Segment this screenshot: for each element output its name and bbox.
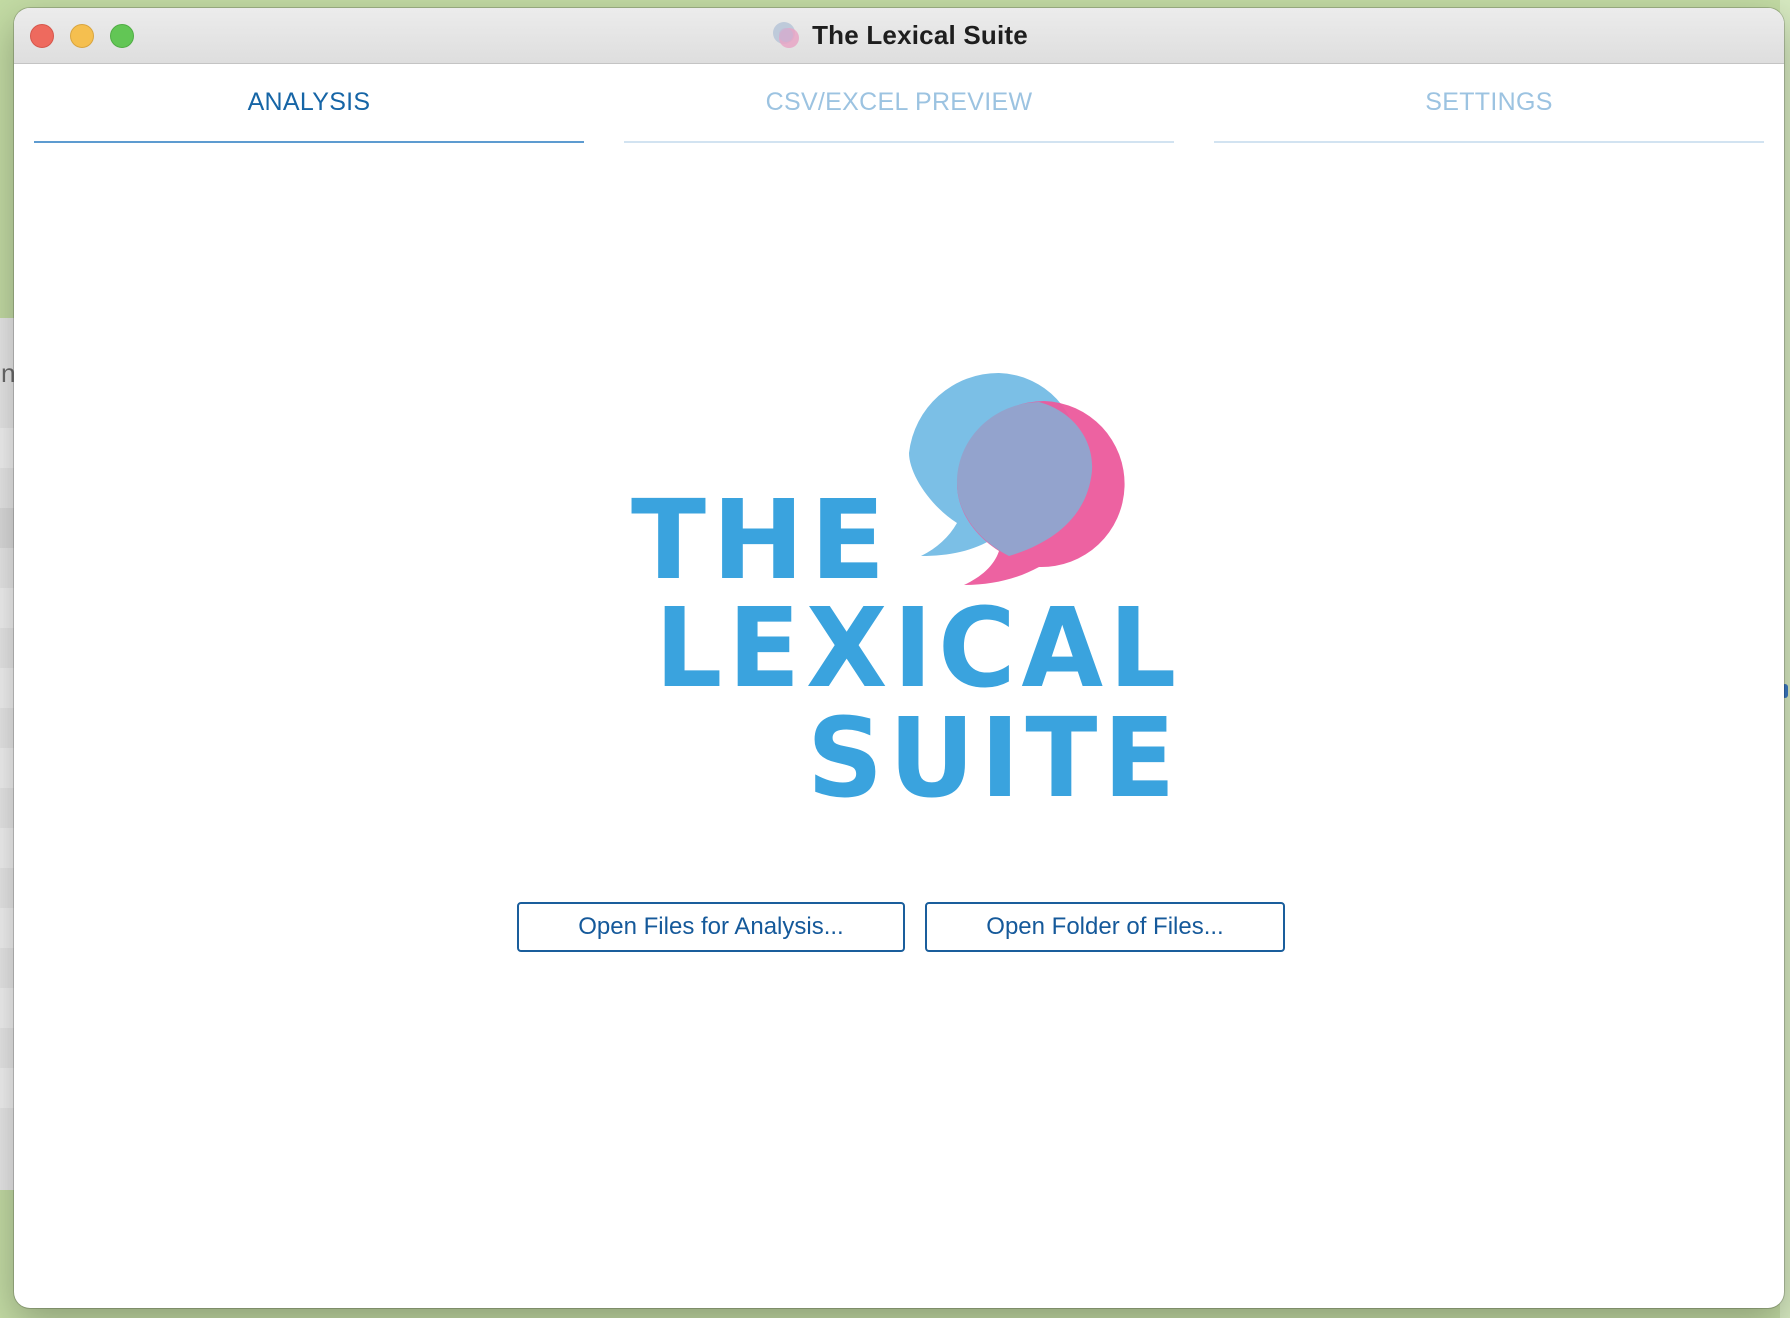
background-row	[0, 588, 14, 628]
open-files-button[interactable]: Open Files for Analysis...	[517, 902, 905, 952]
app-window: The Lexical Suite ANALYSIS CSV/EXCEL PRE…	[14, 8, 1784, 1308]
background-row	[0, 1068, 14, 1108]
background-row	[0, 748, 14, 788]
title-bar[interactable]: The Lexical Suite	[14, 8, 1784, 64]
tab-label: SETTINGS	[1425, 87, 1553, 116]
window-title-group: The Lexical Suite	[14, 8, 1784, 63]
logo-text-the: THE	[631, 476, 892, 604]
tab-analysis[interactable]: ANALYSIS	[34, 63, 584, 143]
tab-underline	[1214, 141, 1764, 143]
tab-bar: ANALYSIS CSV/EXCEL PREVIEW SETTINGS	[34, 63, 1764, 143]
background-row	[0, 508, 14, 548]
open-folder-button-label: Open Folder of Files...	[986, 913, 1224, 940]
tab-settings[interactable]: SETTINGS	[1214, 63, 1764, 143]
background-row	[0, 988, 14, 1028]
window-title: The Lexical Suite	[812, 20, 1028, 50]
lexical-suite-logo: THE LEXICAL SUITE	[619, 353, 1219, 823]
background-window-edge: n	[0, 318, 15, 1190]
tab-csv-excel-preview[interactable]: CSV/EXCEL PREVIEW	[624, 63, 1174, 143]
speech-bubbles-icon	[773, 21, 800, 48]
tab-label: CSV/EXCEL PREVIEW	[765, 87, 1033, 116]
logo-text-suite: SUITE	[807, 694, 1182, 822]
background-row	[0, 828, 14, 868]
tab-label: ANALYSIS	[247, 87, 371, 116]
open-files-button-label: Open Files for Analysis...	[578, 913, 844, 940]
open-folder-button[interactable]: Open Folder of Files...	[925, 902, 1285, 952]
tab-underline	[624, 141, 1174, 143]
background-window-text: n	[1, 358, 15, 388]
background-row	[0, 668, 14, 708]
tab-underline	[34, 141, 584, 143]
background-row	[0, 908, 14, 948]
logo-text-lexical: LEXICAL	[655, 584, 1182, 712]
background-row	[0, 428, 14, 468]
